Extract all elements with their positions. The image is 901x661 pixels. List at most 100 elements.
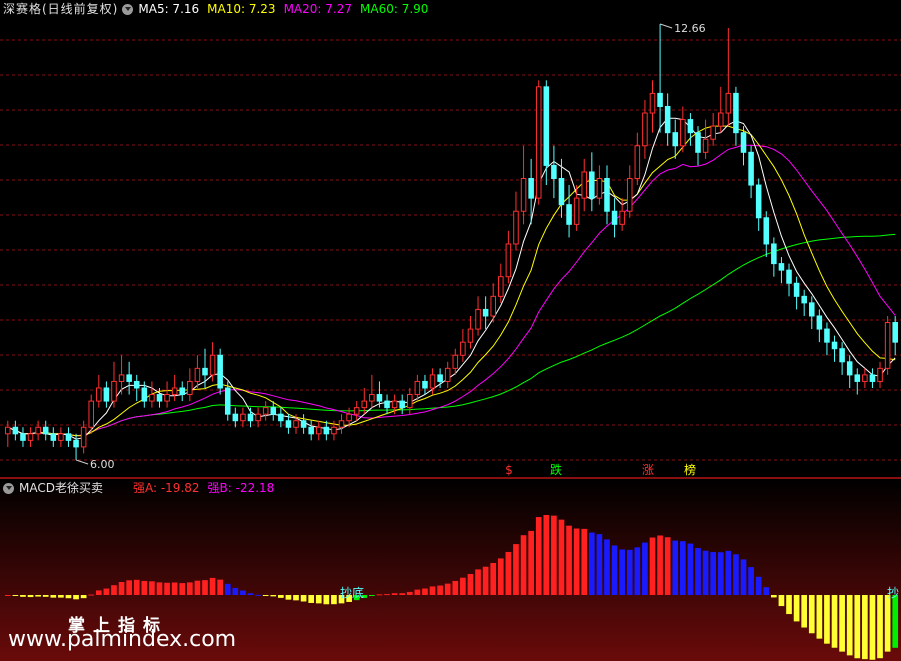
candle-body bbox=[217, 354, 223, 389]
candle bbox=[482, 296, 489, 330]
candle-body bbox=[187, 380, 193, 396]
candle bbox=[27, 427, 34, 447]
kline-panel[interactable]: 12.66 6.00 $ 跌 涨 榜 深赛格(日线前复权) MA5: 7.16 MA10:… bbox=[0, 0, 901, 478]
histogram-bar bbox=[642, 542, 648, 595]
histogram-bar bbox=[497, 558, 504, 595]
candle-body bbox=[573, 197, 580, 225]
histogram-bar bbox=[604, 539, 610, 595]
candle bbox=[467, 315, 474, 349]
histogram-bar bbox=[862, 595, 868, 660]
histogram-bar bbox=[126, 580, 132, 595]
histogram-bar bbox=[824, 595, 830, 644]
ma5-line bbox=[7, 117, 896, 440]
histogram-bar bbox=[293, 595, 299, 601]
histogram-bar bbox=[786, 595, 792, 615]
candle bbox=[520, 145, 527, 225]
candle bbox=[710, 113, 716, 146]
candle-body bbox=[619, 210, 625, 225]
candle-body bbox=[35, 426, 41, 435]
candle-body bbox=[839, 348, 845, 363]
candle-body bbox=[725, 92, 732, 114]
candle bbox=[877, 361, 883, 388]
candle-body bbox=[490, 295, 496, 317]
candle-body bbox=[801, 295, 807, 304]
histogram-bar bbox=[164, 582, 170, 595]
candle-body bbox=[300, 420, 307, 428]
candle bbox=[778, 257, 785, 284]
candle bbox=[862, 368, 868, 388]
candle-body bbox=[634, 145, 641, 179]
candle bbox=[308, 420, 314, 441]
ma20-label: MA20: 7.27 bbox=[283, 2, 352, 16]
histogram-bar bbox=[581, 528, 588, 595]
ma20-line bbox=[7, 144, 896, 437]
dropdown-circle-icon[interactable] bbox=[122, 3, 134, 15]
candle bbox=[733, 86, 739, 146]
candle-body bbox=[293, 420, 299, 428]
histogram-bar bbox=[808, 595, 815, 634]
kline-header: 深赛格(日线前复权) MA5: 7.16 MA10: 7.23 MA20: 7.… bbox=[3, 1, 436, 17]
candle bbox=[149, 381, 155, 408]
candle-body bbox=[149, 394, 155, 402]
histogram-bar bbox=[528, 530, 534, 595]
candle-body bbox=[626, 177, 633, 212]
indicator-menu-icon[interactable] bbox=[3, 482, 14, 494]
candle-body bbox=[657, 92, 663, 107]
histogram-bar bbox=[95, 590, 102, 595]
histogram-bar bbox=[300, 595, 307, 602]
candle bbox=[194, 355, 201, 388]
candle bbox=[422, 374, 428, 395]
indicator-title: MACD老徐买卖 bbox=[19, 481, 103, 495]
histogram-bar bbox=[103, 588, 110, 595]
candle bbox=[209, 342, 216, 382]
candle-body bbox=[771, 243, 777, 265]
candle-body bbox=[407, 394, 413, 409]
candle-body bbox=[353, 407, 360, 415]
candle bbox=[884, 315, 891, 375]
histogram-bar bbox=[323, 595, 330, 605]
histogram-bar bbox=[626, 549, 633, 595]
candle-body bbox=[422, 380, 428, 389]
candle-body bbox=[27, 433, 34, 441]
candle bbox=[573, 185, 580, 231]
histogram-bar bbox=[262, 595, 269, 596]
histogram-bar bbox=[482, 566, 489, 595]
candle bbox=[535, 80, 542, 205]
candle bbox=[748, 145, 754, 199]
candle bbox=[596, 165, 603, 205]
candle bbox=[695, 126, 701, 166]
low-price-label: 6.00 bbox=[90, 458, 115, 471]
kline-chart[interactable]: 12.66 6.00 $ 跌 涨 榜 bbox=[0, 0, 901, 478]
candle bbox=[278, 407, 284, 428]
candle bbox=[824, 322, 830, 356]
histogram-bar bbox=[406, 591, 413, 595]
candle-body bbox=[680, 119, 686, 147]
candle-body bbox=[429, 374, 436, 389]
histogram-bar bbox=[573, 528, 580, 595]
histogram-bar bbox=[429, 586, 436, 595]
histogram-bar bbox=[133, 579, 140, 595]
candle-body bbox=[695, 132, 701, 153]
candle-body bbox=[73, 439, 79, 448]
candle-body bbox=[20, 433, 26, 441]
candle bbox=[611, 198, 618, 238]
histogram-bar bbox=[186, 582, 193, 595]
candle-body bbox=[118, 374, 125, 382]
candle-body bbox=[42, 426, 49, 435]
histogram-bar bbox=[80, 595, 87, 599]
candle bbox=[505, 230, 512, 284]
histogram-bar bbox=[839, 595, 845, 652]
candle-body bbox=[96, 387, 102, 402]
candle bbox=[300, 414, 307, 434]
strength-a-label: 强A: -19.82 bbox=[132, 481, 200, 495]
candle bbox=[543, 80, 550, 186]
candle-body bbox=[505, 243, 512, 278]
histogram-bar bbox=[854, 595, 861, 659]
histogram-bar bbox=[12, 595, 19, 596]
candle-body bbox=[604, 177, 610, 212]
candle-body bbox=[748, 151, 754, 186]
candle bbox=[240, 407, 246, 428]
candle bbox=[369, 374, 375, 408]
candle-body bbox=[171, 387, 178, 396]
candle-body bbox=[596, 177, 603, 199]
